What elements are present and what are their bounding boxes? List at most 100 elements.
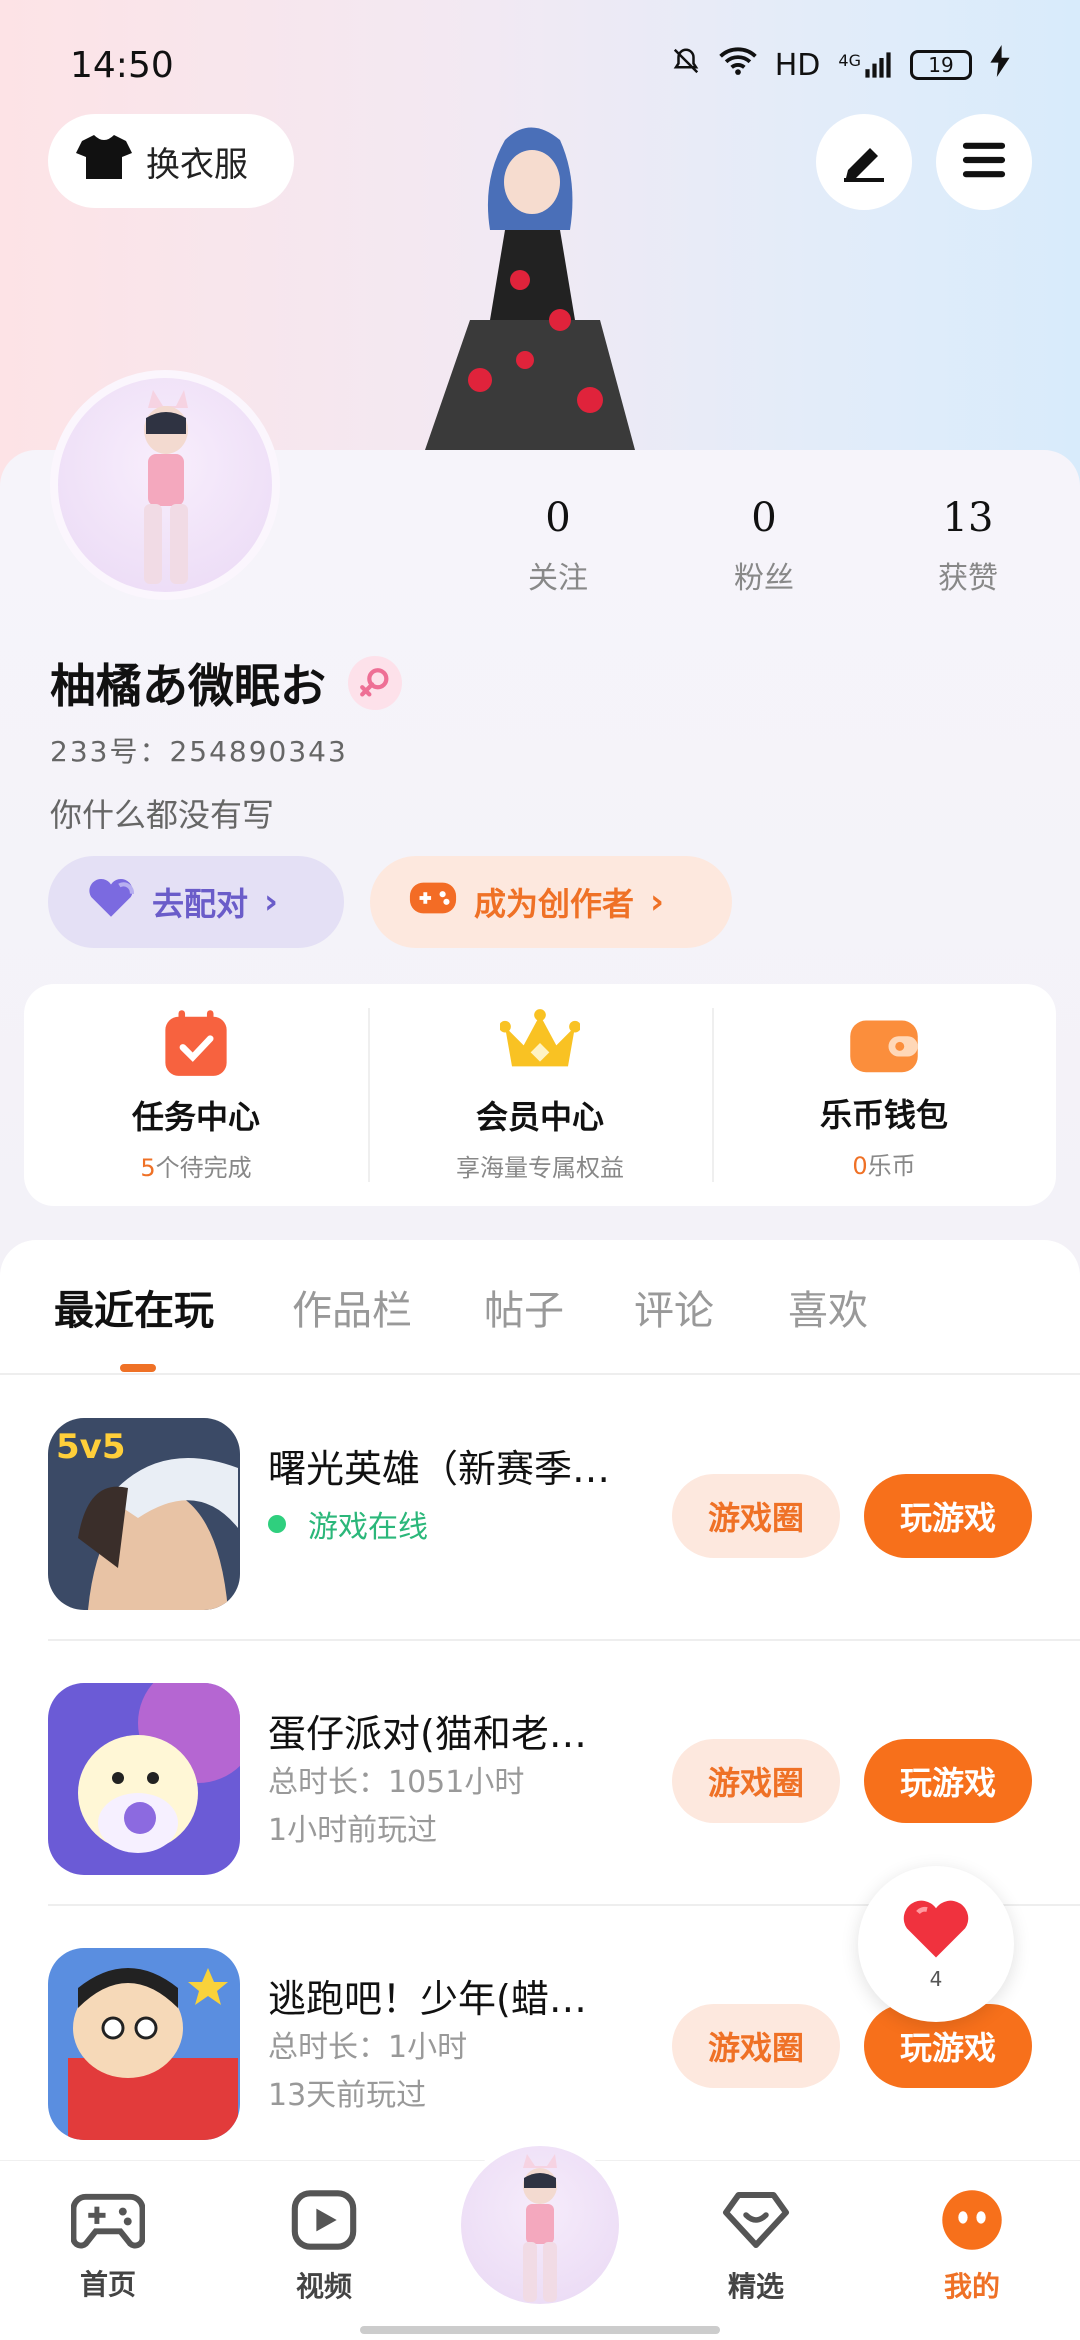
user-bio[interactable]: 你什么都没有写 (50, 790, 274, 836)
chevron-right-icon: › (264, 882, 279, 922)
battery-icon: 19 (910, 50, 972, 80)
game-name: 逃跑吧！少年(蜡… (268, 1977, 587, 2021)
nav-video[interactable]: 视频 (254, 2189, 394, 2305)
change-outfit-label: 换衣服 (146, 144, 248, 185)
stat-likes[interactable]: 13 获赞 (888, 495, 1048, 597)
task-center-sub-text: 个待完成 (155, 1153, 252, 1182)
wallet-icon (848, 1010, 920, 1080)
game-circle-button[interactable]: 游戏圈 (672, 2004, 840, 2088)
quick-links-panel: 任务中心 5个待完成 会员中心 享海量专属权益 乐币钱包 0乐币 (24, 984, 1056, 1206)
heart-icon (900, 1897, 972, 1965)
status-icons: HD 4G 19 (671, 45, 1010, 85)
username-row: 柚橘あ微眠お (50, 650, 402, 716)
nav-home-label: 首页 (79, 2268, 136, 2301)
game-last-played: 13天前玩过 (268, 2078, 427, 2113)
game-online-status: 游戏在线 (268, 1502, 428, 1546)
tab-active-indicator (120, 1364, 156, 1372)
wallet-sub: 0乐币 (852, 1146, 915, 1181)
user-id: 233号：254890343 (50, 735, 348, 768)
stat-likes-label: 获赞 (938, 561, 998, 596)
wifi-icon (719, 46, 757, 84)
task-center-link[interactable]: 任务中心 5个待完成 (24, 984, 368, 1206)
change-outfit-button[interactable]: 换衣服 (48, 114, 294, 208)
status-time: 14:50 (70, 44, 174, 86)
nav-home[interactable]: 首页 (38, 2189, 178, 2303)
tab-works[interactable]: 作品栏 (292, 1278, 412, 1336)
tab-comments[interactable]: 评论 (634, 1278, 714, 1336)
stat-followers-label: 粉丝 (734, 561, 794, 596)
stat-followers[interactable]: 0 粉丝 (684, 495, 844, 597)
game-icon-badge: 5v5 (56, 1427, 125, 1467)
heart-gem-icon (721, 2189, 791, 2255)
menu-icon (961, 140, 1007, 184)
nav-video-label: 视频 (295, 2270, 352, 2303)
task-center-count: 5 (140, 1153, 156, 1182)
play-game-button[interactable]: 玩游戏 (864, 1739, 1032, 1823)
play-game-button[interactable]: 玩游戏 (864, 1474, 1032, 1558)
avatar-3d-character[interactable] (410, 120, 650, 450)
nav-center-avatar[interactable] (455, 2140, 625, 2310)
game-circle-button[interactable]: 游戏圈 (672, 1739, 840, 1823)
gamepad-creator-icon (408, 878, 458, 926)
stat-following[interactable]: 0 关注 (478, 495, 638, 597)
chevron-right-icon: › (650, 882, 665, 922)
calendar-check-icon (163, 1008, 229, 1082)
match-button[interactable]: 去配对 › (48, 856, 344, 948)
tab-recently-played[interactable]: 最近在玩 (54, 1278, 214, 1336)
creator-label: 成为创作者 (474, 885, 635, 923)
network-hd-label: HD (774, 47, 821, 83)
vip-center-sub: 享海量专属权益 (456, 1153, 624, 1182)
game-circle-button[interactable]: 游戏圈 (672, 1474, 840, 1558)
stat-followers-value: 0 (751, 495, 777, 541)
nav-featured-label: 精选 (727, 2270, 784, 2303)
gamepad-icon (70, 2189, 146, 2253)
bell-mute-icon (671, 46, 701, 84)
play-icon (291, 2189, 357, 2255)
game-icon-eggy-party[interactable] (48, 1683, 240, 1875)
network-gen-label: 4G (838, 51, 861, 70)
wallet-balance: 0 (852, 1151, 868, 1180)
face-icon (939, 2189, 1005, 2255)
game-last-played: 1小时前玩过 (268, 1813, 438, 1848)
username: 柚橘あ微眠お (50, 659, 326, 713)
online-dot-icon (268, 1515, 286, 1533)
game-name: 蛋仔派对(猫和老… (268, 1712, 587, 1756)
task-center-sub: 5个待完成 (140, 1148, 251, 1183)
game-total-time: 总时长：1小时 (268, 2030, 468, 2065)
match-label: 去配对 (152, 885, 249, 923)
wallet-link[interactable]: 乐币钱包 0乐币 (712, 984, 1056, 1206)
avatar[interactable] (50, 370, 280, 600)
game-icon-run-boy[interactable] (48, 1948, 240, 2140)
signal-icon: 4G (838, 51, 892, 79)
tab-likes[interactable]: 喜欢 (788, 1278, 868, 1336)
profile-tabs: 最近在玩 作品栏 帖子 评论 喜欢 (0, 1240, 1080, 1375)
vip-center-link[interactable]: 会员中心 享海量专属权益 (368, 984, 712, 1206)
charging-icon (990, 45, 1010, 85)
game-icon-dawn-heroes[interactable]: 5v5 (48, 1418, 240, 1610)
wallet-title: 乐币钱包 (819, 1095, 948, 1134)
task-center-title: 任务中心 (131, 1097, 260, 1136)
stat-likes-value: 13 (942, 495, 994, 541)
nav-featured[interactable]: 精选 (686, 2189, 826, 2305)
game-name: 曙光英雄（新赛季… (268, 1447, 611, 1491)
like-count: 4 (929, 1967, 943, 1991)
tshirt-icon (76, 132, 132, 191)
female-icon (348, 656, 402, 710)
nav-me[interactable]: 我的 (902, 2189, 1042, 2305)
game-row[interactable]: 5v5 曙光英雄（新赛季… 游戏在线 游戏圈 玩游戏 (48, 1376, 1080, 1641)
like-floating-button[interactable]: 4 (858, 1866, 1014, 2022)
stat-following-value: 0 (545, 495, 571, 541)
edit-profile-button[interactable] (816, 114, 912, 210)
game-online-label: 游戏在线 (308, 1510, 428, 1545)
menu-button[interactable] (936, 114, 1032, 210)
stat-following-label: 关注 (528, 561, 588, 596)
tab-posts[interactable]: 帖子 (484, 1278, 564, 1336)
crown-icon (499, 1008, 581, 1082)
wallet-sub-text: 乐币 (867, 1151, 916, 1180)
nav-me-label: 我的 (943, 2270, 1000, 2303)
pen-icon (840, 138, 888, 186)
status-bar: 14:50 HD 4G 19 (0, 0, 1080, 130)
home-indicator[interactable] (360, 2326, 720, 2334)
heart-match-icon (86, 877, 136, 927)
become-creator-button[interactable]: 成为创作者 › (370, 856, 732, 948)
